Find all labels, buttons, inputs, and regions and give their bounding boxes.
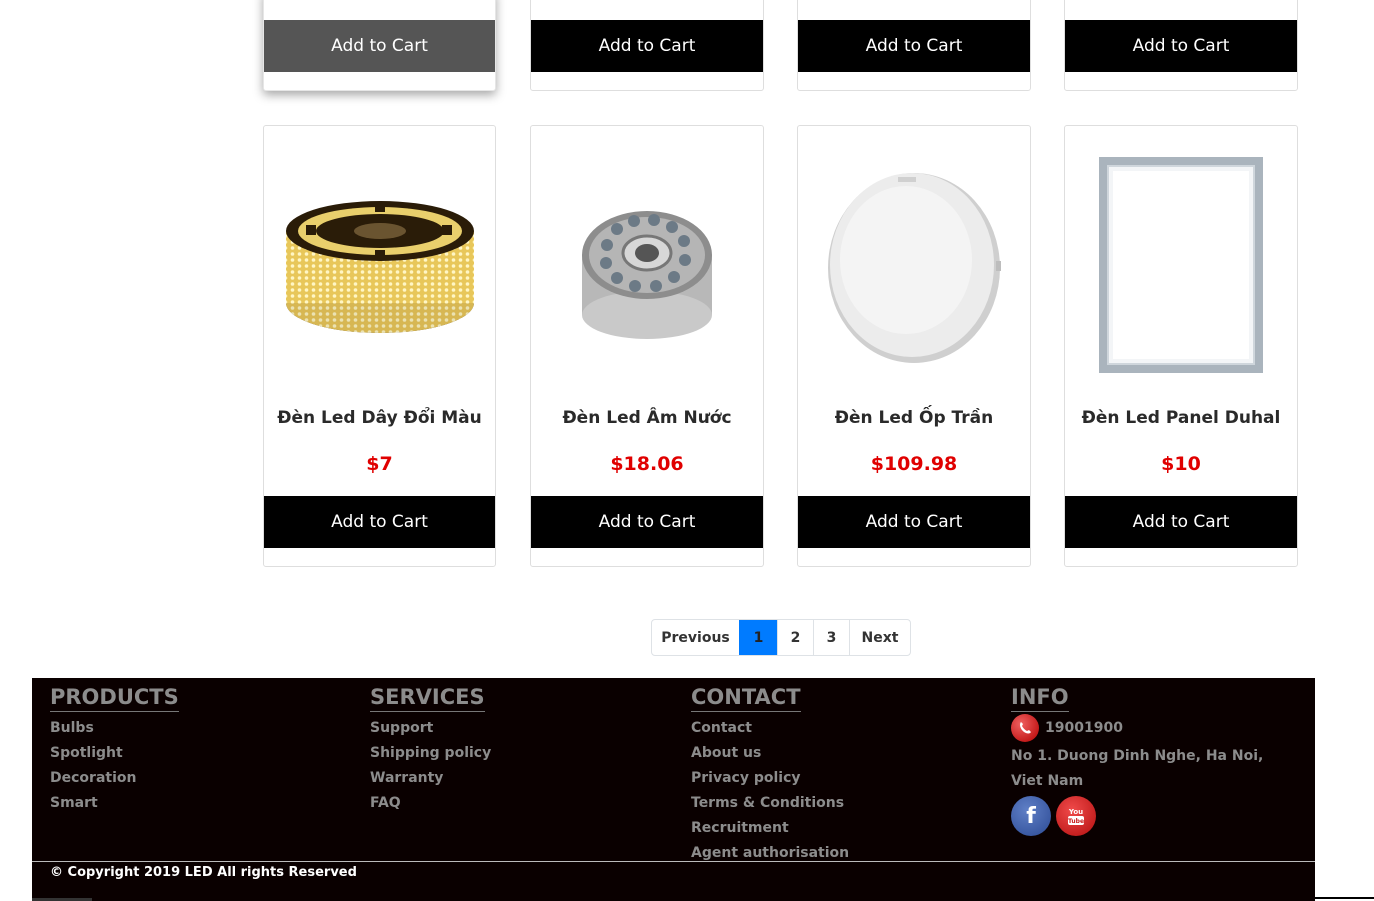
pagination-page-2[interactable]: 2 [777,620,813,655]
ceiling-led-light-image[interactable] [810,140,1018,390]
footer-divider [32,861,1315,862]
product-name[interactable]: Đèn Led Dây Đổi Màu [264,408,495,428]
footer-heading-products: PRODUCTS [50,684,179,712]
product-price: $18.06 [610,453,684,475]
add-to-cart-button[interactable]: Add to Cart [1065,20,1297,72]
footer-heading-contact: CONTACT [691,684,801,712]
pagination-page-1[interactable]: 1 [739,620,777,655]
add-to-cart-button[interactable]: Add to Cart [1065,496,1297,548]
copyright-text: © Copyright 2019 LED All rights Reserved [50,865,357,880]
footer-link-agent-authorisation[interactable]: Agent authorisation [691,841,849,866]
pagination-page-3[interactable]: 3 [813,620,849,655]
add-to-cart-button[interactable]: Add to Cart [264,496,495,548]
footer-link-privacy-policy[interactable]: Privacy policy [691,766,849,791]
product-card: Đèn Led Âm Nước $18.06 Add to Cart [530,125,764,567]
underwater-led-light-image[interactable] [543,140,751,390]
footer-link-faq[interactable]: FAQ [370,791,491,816]
add-to-cart-button[interactable]: Add to Cart [531,496,763,548]
add-to-cart-button[interactable]: Add to Cart [531,20,763,72]
pagination: Previous 1 2 3 Next [651,619,911,656]
add-to-cart-button[interactable]: Add to Cart [798,496,1030,548]
product-card: Add to Cart [263,0,496,91]
product-name[interactable]: Đèn Led Ốp Trần [798,408,1030,428]
product-card: Add to Cart [1064,0,1298,91]
phone-icon [1011,714,1039,742]
footer-heading-info: INFO [1011,684,1069,712]
product-card: Đèn Led Dây Đổi Màu $7 Add to Cart [263,125,496,567]
footer-contact: CONTACT Contact About us Privacy policy … [691,684,849,866]
bottom-edge-line [1315,897,1374,899]
footer-info: INFO 19001900 No 1. Duong Dinh Nghe, Ha … [1011,684,1281,836]
product-price: $10 [1161,453,1201,475]
footer-link-terms[interactable]: Terms & Conditions [691,791,849,816]
pagination-next[interactable]: Next [849,620,910,655]
led-panel-image[interactable] [1077,140,1285,390]
product-card: Add to Cart [530,0,764,91]
svg-text:You: You [1068,808,1083,816]
led-strip-reel-image[interactable] [276,140,483,390]
footer-link-support[interactable]: Support [370,716,491,741]
footer-heading-services: SERVICES [370,684,485,712]
site-footer: PRODUCTS Bulbs Spotlight Decoration Smar… [32,678,1315,901]
footer-link-decoration[interactable]: Decoration [50,766,179,791]
footer-link-smart[interactable]: Smart [50,791,179,816]
footer-link-warranty[interactable]: Warranty [370,766,491,791]
add-to-cart-button[interactable]: Add to Cart [264,20,495,72]
svg-text:Tube: Tube [1068,818,1084,825]
product-name[interactable]: Đèn Led Panel Duhal [1065,408,1297,428]
product-card: Đèn Led Ốp Trần $109.98 Add to Cart [797,125,1031,567]
footer-phone-number[interactable]: 19001900 [1045,716,1123,741]
add-to-cart-button[interactable]: Add to Cart [798,20,1030,72]
footer-products: PRODUCTS Bulbs Spotlight Decoration Smar… [50,684,179,816]
product-name[interactable]: Đèn Led Âm Nước [531,408,763,428]
footer-services: SERVICES Support Shipping policy Warrant… [370,684,491,816]
youtube-icon[interactable]: You Tube [1056,796,1096,836]
pagination-previous[interactable]: Previous [652,620,739,655]
footer-link-spotlight[interactable]: Spotlight [50,741,179,766]
footer-address: No 1. Duong Dinh Nghe, Ha Noi, Viet Nam [1011,748,1264,789]
footer-link-recruitment[interactable]: Recruitment [691,816,849,841]
footer-link-about-us[interactable]: About us [691,741,849,766]
facebook-icon[interactable]: f [1011,796,1051,836]
product-price: $109.98 [870,453,958,475]
footer-link-bulbs[interactable]: Bulbs [50,716,179,741]
product-card: Add to Cart [797,0,1031,91]
footer-link-contact[interactable]: Contact [691,716,849,741]
product-card: Đèn Led Panel Duhal $10 Add to Cart [1064,125,1298,567]
footer-link-shipping-policy[interactable]: Shipping policy [370,741,491,766]
product-price: $7 [366,453,393,475]
